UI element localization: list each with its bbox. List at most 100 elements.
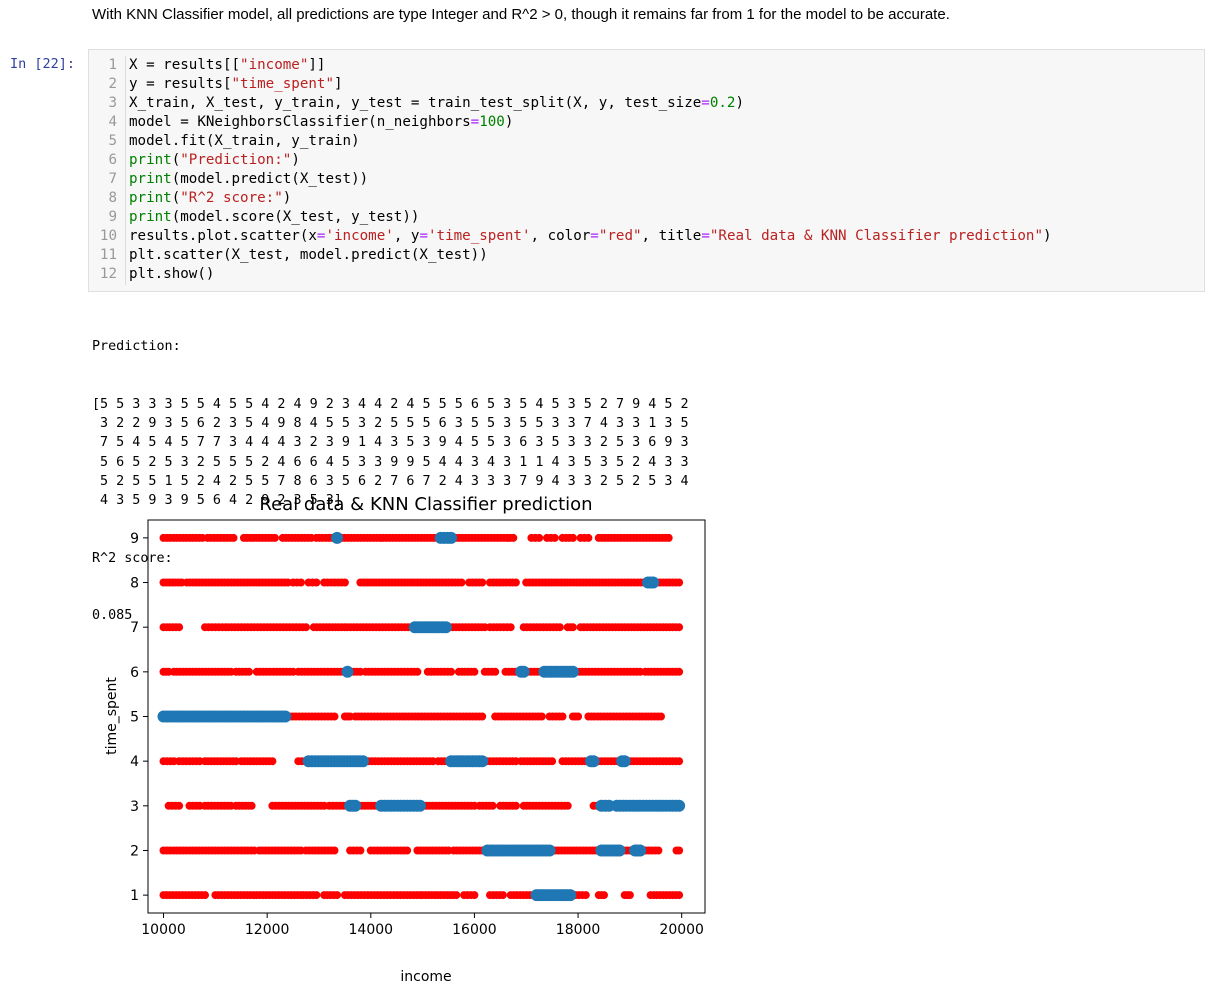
code-text: print(model.score(X_test, y_test)) [129,209,420,225]
prediction-point [331,531,344,544]
code-text: model = KNeighborsClassifier(n_neighbors… [129,114,514,130]
cell-prompt: In [22]: [10,56,76,72]
output-label-prediction: Prediction: [92,339,181,355]
line-number: 8 [108,190,117,206]
x-tick-label: 18000 [556,922,601,938]
real-data-point [229,533,238,542]
line-number: 3 [108,95,117,111]
real-data-point [568,623,577,632]
code-text: X_train, X_test, y_train, y_test = train… [129,95,745,111]
real-data-point [600,891,608,900]
prediction-point [634,844,647,857]
line-number: 12 [99,266,117,282]
real-data-point [568,533,577,542]
code-text: print("R^2 score:") [129,190,292,206]
real-data-point [511,801,520,810]
x-tick-label: 20000 [659,922,704,938]
real-data-point [201,891,209,900]
code-line[interactable]: 7 print(model.predict(X_test)) [89,170,368,189]
real-data-point [356,846,365,855]
real-data-point [333,891,342,900]
real-data-point [302,623,310,632]
code-line[interactable]: 12 plt.show() [89,265,215,284]
real-data-point [664,533,673,542]
code-text: plt.show() [129,266,215,282]
prediction-point [673,799,686,812]
real-data-point [447,667,456,676]
code-line[interactable]: 5 model.fit(X_train, y_train) [89,132,360,151]
x-axis-ticks: 10000 12000 14000 16000 18000 20000 [141,913,704,938]
real-data-point [312,891,321,900]
prediction-point [357,755,369,768]
real-data-point [509,533,518,542]
real-data-point [558,712,567,721]
real-data-point [654,846,663,855]
real-data-point [657,712,665,721]
code-line[interactable]: 3 X_train, X_test, y_train, y_test = trai… [89,94,744,113]
prediction-point [279,710,292,723]
real-data-point [413,667,422,676]
real-data-point [550,533,559,542]
code-text: X = results[["income"]] [129,57,326,73]
real-data-point [675,846,684,855]
real-data-point [330,846,339,855]
prediction-point [414,799,426,812]
real-data-point [537,712,546,721]
line-number: 4 [108,114,117,130]
y-tick-label: 2 [130,843,139,859]
markdown-text: With KNN Classifier model, all predictio… [92,6,950,23]
code-line[interactable]: 8 print("R^2 score:") [89,189,291,208]
code-line[interactable]: 6 print("Prediction:") [89,151,299,170]
real-data-point [270,533,279,542]
code-line[interactable]: 2 y = results["time_spent"] [89,75,342,94]
code-text: print(model.predict(X_test)) [129,171,369,187]
prediction-point [618,755,631,768]
real-data-point [535,533,544,542]
x-axis-label: income [400,969,451,985]
real-data-point [452,891,461,900]
code-cell-input[interactable]: 1 X = results[["income"]] 2 y = results["ti… [88,49,1205,292]
real-data-point [563,801,572,810]
line-number: 2 [108,76,117,92]
real-data-point [340,578,349,587]
x-tick-label: 10000 [141,922,186,938]
code-line[interactable]: 1 X = results[["income"]] [89,56,325,75]
real-data-point [625,891,634,900]
line-number: 10 [99,228,117,244]
line-number: 11 [99,247,117,263]
real-data-point [574,712,583,721]
x-tick-label: 16000 [452,922,497,938]
y-tick-label: 5 [130,710,139,726]
real-data-point [584,533,593,542]
prediction-point [566,665,579,678]
code-line[interactable]: 4 model = KNeighborsClassifier(n_neighbor… [89,113,513,132]
prediction-point [587,755,600,768]
real-data-point [675,578,684,587]
y-axis-ticks: 1 2 3 4 5 6 7 8 9 [130,531,148,904]
chart-title: Real data & KNN Classifier prediction [259,494,592,515]
prediction-point [543,844,556,857]
prediction-line: 5 6 5 2 5 3 2 5 5 5 2 4 6 6 4 5 3 3 9 9 … [92,454,689,470]
y-tick-label: 8 [130,576,139,592]
y-tick-label: 6 [130,665,139,681]
y-tick-label: 9 [130,531,139,547]
real-data-point [175,801,184,810]
line-number: 9 [108,209,117,225]
x-tick-label: 14000 [349,922,394,938]
code-line[interactable]: 11 plt.scatter(X_test, model.predict(X_te… [89,246,488,265]
prediction-point [341,665,354,678]
real-data-point [498,891,507,900]
code-text: model.fit(X_train, y_train) [129,133,360,149]
code-line[interactable]: 10 results.plot.scatter(x='income', y='ti… [89,227,1052,246]
line-number: 1 [108,57,117,73]
real-data-point [675,623,684,632]
scatter-chart: Real data & KNN Classifier prediction 10… [104,494,706,985]
real-data-point [470,667,479,676]
code-line[interactable]: 9 print(model.score(X_test, y_test)) [89,208,419,227]
real-data-point [675,891,684,900]
real-data-point [457,578,466,587]
real-data-point [330,712,339,721]
prediction-point [517,665,530,678]
real-data-point [296,578,305,587]
real-data-point [555,623,564,632]
